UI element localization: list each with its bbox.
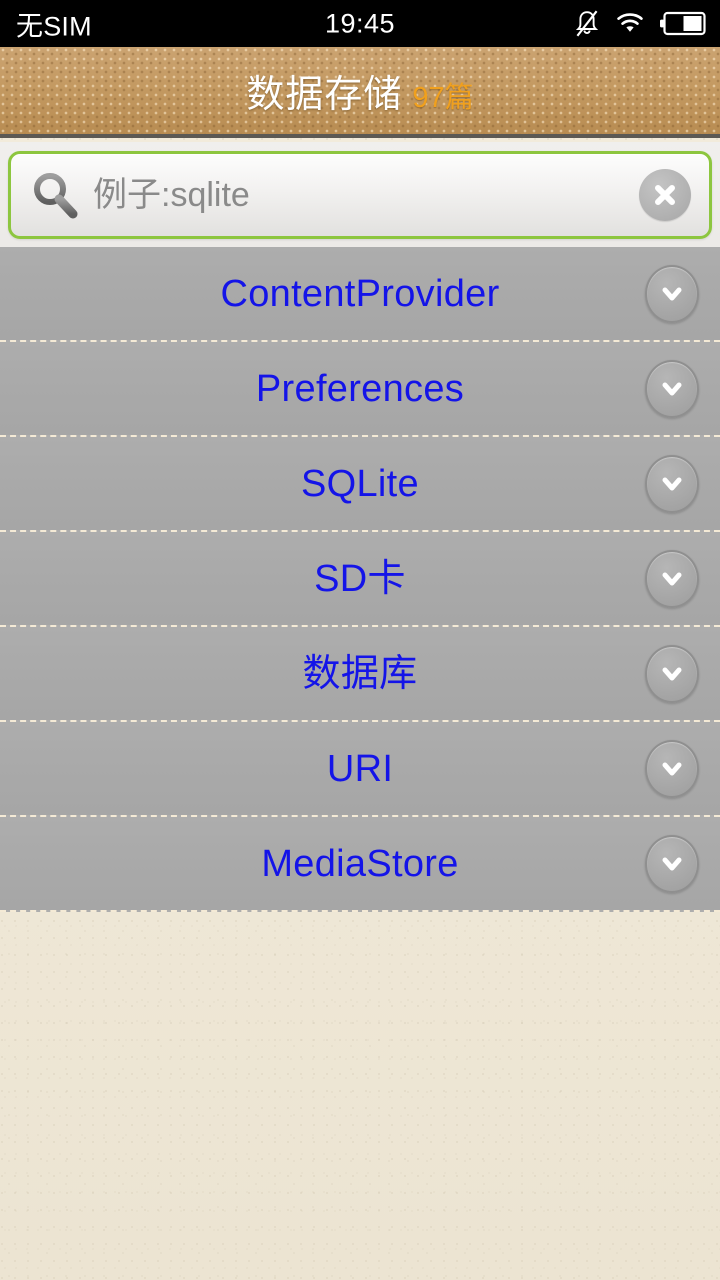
list-item[interactable]: SD卡 (0, 532, 720, 627)
article-count-badge: 97篇 (412, 82, 474, 114)
chevron-down-icon[interactable] (645, 454, 699, 513)
status-bar: 无SIM 19:45 (0, 0, 720, 47)
header-title-group: 数据存储 97篇 (246, 63, 473, 118)
list-item[interactable]: Preferences (0, 342, 720, 437)
list-item[interactable]: URI (0, 722, 720, 817)
list-item[interactable]: SQLite (0, 437, 720, 532)
search-box[interactable] (8, 151, 712, 239)
search-icon (27, 167, 83, 223)
page-title: 数据存储 (246, 74, 403, 116)
search-input[interactable] (83, 154, 639, 236)
chevron-down-icon[interactable] (645, 739, 699, 798)
battery-icon (660, 11, 706, 36)
list-item-label: MediaStore (261, 842, 459, 885)
wifi-icon (614, 12, 646, 36)
clear-search-icon[interactable] (639, 169, 691, 221)
list-item-label: 数据库 (302, 652, 418, 695)
list-item-label: ContentProvider (220, 272, 500, 315)
category-list: ContentProvider Preferences SQLite SD卡 数… (0, 247, 720, 912)
list-item-label: SQLite (301, 462, 419, 505)
bell-muted-icon (574, 9, 600, 39)
page-header: 数据存储 97篇 (0, 47, 720, 138)
chevron-down-icon[interactable] (645, 549, 699, 608)
chevron-down-icon[interactable] (645, 834, 699, 893)
list-item-label: SD卡 (314, 557, 406, 600)
list-item-label: URI (326, 747, 394, 790)
status-icons (574, 9, 706, 39)
list-item[interactable]: 数据库 (0, 627, 720, 722)
chevron-down-icon[interactable] (645, 359, 699, 418)
list-item[interactable]: ContentProvider (0, 247, 720, 342)
list-item[interactable]: MediaStore (0, 817, 720, 912)
search-bar-container (0, 142, 720, 247)
chevron-down-icon[interactable] (645, 264, 699, 323)
chevron-down-icon[interactable] (645, 644, 699, 703)
list-item-label: Preferences (255, 367, 465, 410)
